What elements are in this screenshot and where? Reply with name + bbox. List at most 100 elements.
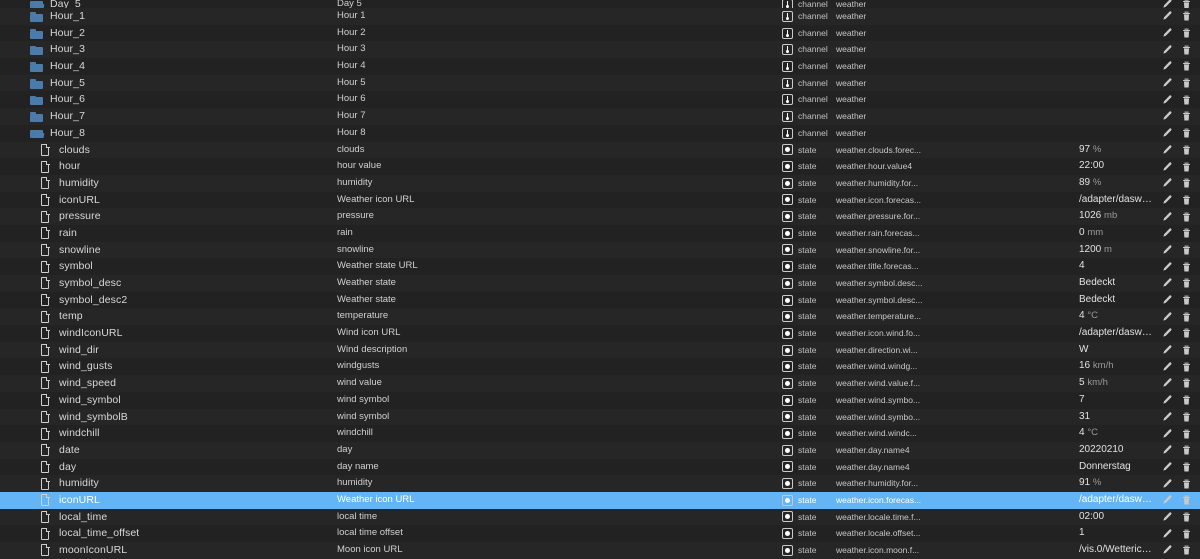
object-value[interactable]: 0 mm xyxy=(1079,225,1157,242)
object-value[interactable]: Donnerstag xyxy=(1079,459,1157,476)
trash-delete-icon[interactable] xyxy=(1181,361,1192,373)
object-value[interactable]: 1200 m xyxy=(1079,242,1157,259)
object-value[interactable]: 7 xyxy=(1079,392,1157,409)
pencil-edit-icon[interactable] xyxy=(1161,411,1172,423)
tree-row[interactable]: rain rain state weather.rain.forecas... 0 mm xyxy=(0,224,1200,242)
pencil-edit-icon[interactable] xyxy=(1161,327,1172,339)
object-value[interactable]: 16 km/h xyxy=(1079,358,1157,375)
pencil-edit-icon[interactable] xyxy=(1161,161,1172,173)
pencil-edit-icon[interactable] xyxy=(1161,478,1172,490)
folder-icon[interactable] xyxy=(30,43,44,57)
tree-row-name-cell[interactable]: symbol xyxy=(0,258,337,275)
trash-delete-icon[interactable] xyxy=(1181,261,1192,273)
tree-row[interactable]: iconURL Weather icon URL state weather.icon… xyxy=(0,191,1200,209)
pencil-edit-icon[interactable] xyxy=(1161,60,1172,72)
pencil-edit-icon[interactable] xyxy=(1161,444,1172,456)
pencil-edit-icon[interactable] xyxy=(1161,361,1172,373)
trash-delete-icon[interactable] xyxy=(1181,277,1192,289)
tree-row-name-cell[interactable]: humidity xyxy=(0,475,337,492)
trash-delete-icon[interactable] xyxy=(1181,294,1192,306)
pencil-edit-icon[interactable] xyxy=(1161,311,1172,323)
trash-delete-icon[interactable] xyxy=(1181,127,1192,139)
tree-row[interactable]: Hour_7 Hour 7 channel weather xyxy=(0,108,1200,125)
tree-row-name-cell[interactable]: windIconURL xyxy=(0,325,337,342)
trash-delete-icon[interactable] xyxy=(1181,511,1192,523)
trash-delete-icon[interactable] xyxy=(1181,227,1192,239)
pencil-edit-icon[interactable] xyxy=(1161,27,1172,39)
tree-row[interactable]: clouds clouds state weather.clouds.forec...… xyxy=(0,141,1200,159)
trash-delete-icon[interactable] xyxy=(1181,494,1192,506)
trash-delete-icon[interactable] xyxy=(1181,161,1192,173)
trash-delete-icon[interactable] xyxy=(1181,244,1192,256)
tree-row[interactable]: wind_dir Wind description state weather.dir… xyxy=(0,341,1200,359)
pencil-edit-icon[interactable] xyxy=(1161,10,1172,22)
tree-row[interactable]: windIconURL Wind icon URL state weather.ico… xyxy=(0,325,1200,342)
object-value[interactable]: 22:00 xyxy=(1079,158,1157,175)
tree-row-name-cell[interactable]: rain xyxy=(0,225,337,242)
folder-icon[interactable] xyxy=(30,93,44,107)
tree-row-name-cell[interactable]: Hour_8 xyxy=(0,125,337,142)
pencil-edit-icon[interactable] xyxy=(1161,428,1172,440)
pencil-edit-icon[interactable] xyxy=(1161,494,1172,506)
tree-row[interactable]: hour hour value state weather.hour.value4 22… xyxy=(0,158,1200,175)
trash-delete-icon[interactable] xyxy=(1181,544,1192,556)
object-value[interactable]: /vis.0/Wettericon... xyxy=(1079,542,1157,559)
tree-row[interactable]: wind_symbolB wind symbol state weather.wind… xyxy=(0,408,1200,426)
tree-row-name-cell[interactable]: pressure xyxy=(0,208,337,225)
trash-delete-icon[interactable] xyxy=(1181,311,1192,323)
tree-row[interactable]: snowline snowline state weather.snowline.fo… xyxy=(0,241,1200,259)
trash-delete-icon[interactable] xyxy=(1181,94,1192,106)
folder-open-icon[interactable] xyxy=(30,126,44,140)
tree-row-name-cell[interactable]: iconURL xyxy=(0,192,337,209)
tree-row[interactable]: pressure pressure state weather.pressure.fo… xyxy=(0,208,1200,225)
tree-row[interactable]: symbol_desc2 Weather state state weather.sy… xyxy=(0,291,1200,309)
object-value[interactable]: 4 °C xyxy=(1079,425,1157,442)
trash-delete-icon[interactable] xyxy=(1181,10,1192,22)
object-tree[interactable]: Day_5 Day 5 channel weather Hour_1 Hour 1 chan… xyxy=(0,0,1200,559)
tree-row-name-cell[interactable]: humidity xyxy=(0,175,337,192)
tree-row-name-cell[interactable]: wind_dir xyxy=(0,342,337,359)
pencil-edit-icon[interactable] xyxy=(1161,144,1172,156)
folder-icon[interactable] xyxy=(30,9,44,23)
tree-row-name-cell[interactable]: date xyxy=(0,442,337,459)
object-value[interactable]: /adapter/daswett... xyxy=(1079,325,1157,342)
trash-delete-icon[interactable] xyxy=(1181,344,1192,356)
tree-row-name-cell[interactable]: hour xyxy=(0,158,337,175)
tree-row[interactable]: Hour_6 Hour 6 channel weather xyxy=(0,91,1200,109)
tree-row[interactable]: Day_5 Day 5 channel weather xyxy=(0,0,1200,10)
tree-row-name-cell[interactable]: wind_symbolB xyxy=(0,409,337,426)
pencil-edit-icon[interactable] xyxy=(1161,194,1172,206)
pencil-edit-icon[interactable] xyxy=(1161,244,1172,256)
trash-delete-icon[interactable] xyxy=(1181,377,1192,389)
object-value[interactable]: 1 xyxy=(1079,525,1157,542)
object-value[interactable]: Bedeckt xyxy=(1079,275,1157,292)
tree-row[interactable]: Hour_3 Hour 3 channel weather xyxy=(0,41,1200,59)
tree-row-name-cell[interactable]: snowline xyxy=(0,242,337,259)
pencil-edit-icon[interactable] xyxy=(1161,294,1172,306)
object-value[interactable]: W xyxy=(1079,342,1157,359)
tree-row[interactable]: local_time local time state weather.locale.… xyxy=(0,508,1200,526)
tree-row[interactable]: humidity humidity state weather.humidity.fo… xyxy=(0,475,1200,492)
tree-row-name-cell[interactable]: symbol_desc xyxy=(0,275,337,292)
object-value[interactable]: 1026 mb xyxy=(1079,208,1157,225)
pencil-edit-icon[interactable] xyxy=(1161,77,1172,89)
tree-row[interactable]: local_time_offset local time offset state w… xyxy=(0,525,1200,542)
pencil-edit-icon[interactable] xyxy=(1161,277,1172,289)
tree-row[interactable]: Hour_4 Hour 4 channel weather xyxy=(0,58,1200,75)
trash-delete-icon[interactable] xyxy=(1181,110,1192,122)
tree-row[interactable]: temp temperature state weather.temperature.… xyxy=(0,308,1200,326)
object-value[interactable]: Bedeckt xyxy=(1079,292,1157,309)
tree-row-name-cell[interactable]: temp xyxy=(0,308,337,325)
tree-row-name-cell[interactable]: Hour_3 xyxy=(0,41,337,58)
tree-row-name-cell[interactable]: wind_speed xyxy=(0,375,337,392)
object-value[interactable]: /adapter/daswett... xyxy=(1079,192,1157,209)
tree-row[interactable]: Hour_2 Hour 2 channel weather xyxy=(0,24,1200,42)
tree-row-name-cell[interactable]: Hour_4 xyxy=(0,58,337,75)
tree-row-name-cell[interactable]: Hour_2 xyxy=(0,25,337,42)
object-value[interactable]: 91 % xyxy=(1079,475,1157,492)
trash-delete-icon[interactable] xyxy=(1181,461,1192,473)
trash-delete-icon[interactable] xyxy=(1181,60,1192,72)
tree-row[interactable]: Hour_5 Hour 5 channel weather xyxy=(0,74,1200,92)
pencil-edit-icon[interactable] xyxy=(1161,227,1172,239)
tree-row[interactable]: date day state weather.day.name4 20220210 xyxy=(0,441,1200,459)
